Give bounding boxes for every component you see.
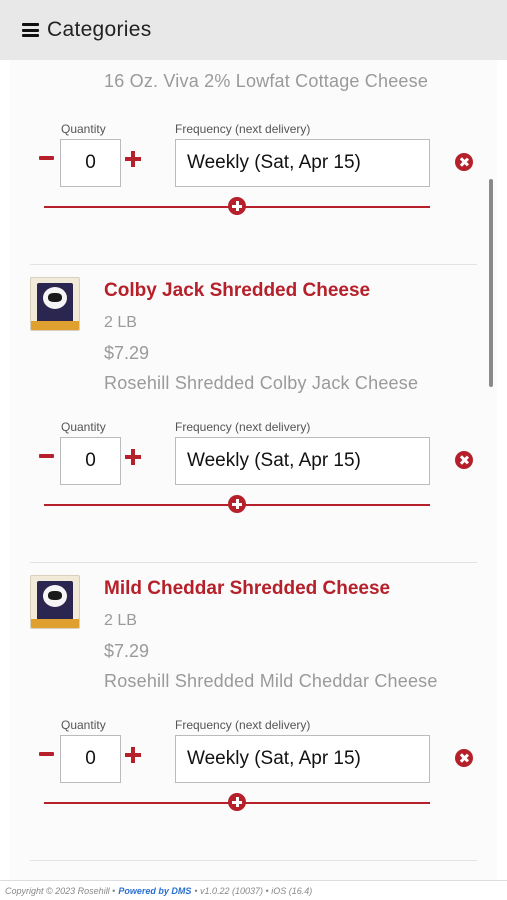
order-row: Quantity Frequency (next delivery) 0 Wee…: [10, 122, 497, 232]
quantity-label: Quantity: [61, 420, 106, 434]
quantity-label: Quantity: [61, 122, 106, 136]
separator: [30, 562, 477, 563]
increase-quantity-button[interactable]: [124, 150, 142, 168]
product-image: [30, 277, 80, 331]
order-row: Quantity Frequency (next delivery) 0 Wee…: [10, 718, 497, 828]
scrollbar[interactable]: [489, 179, 493, 387]
increase-quantity-button[interactable]: [124, 746, 142, 764]
frequency-select[interactable]: Weekly (Sat, Apr 15): [175, 735, 430, 783]
decrease-quantity-button[interactable]: [37, 745, 55, 763]
order-row: Quantity Frequency (next delivery) 0 Wee…: [10, 420, 497, 530]
version-text: • v1.0.22 (10037) • iOS (16.4): [194, 885, 313, 896]
remove-circle-icon[interactable]: [455, 749, 473, 767]
add-delivery-circle-icon[interactable]: [228, 495, 246, 513]
product-list[interactable]: 16 Oz. Viva 2% Lowfat Cottage Cheese Qua…: [10, 60, 497, 880]
product-size: 2 LB: [104, 314, 137, 331]
product-name[interactable]: Mild Cheddar Shredded Cheese: [104, 578, 390, 600]
remove-circle-icon[interactable]: [455, 451, 473, 469]
separator: [30, 264, 477, 265]
product-description: Rosehill Shredded Colby Jack Cheese: [104, 373, 419, 393]
page-title: Categories: [47, 18, 152, 41]
frequency-select[interactable]: Weekly (Sat, Apr 15): [175, 139, 430, 187]
quantity-input[interactable]: 0: [60, 139, 121, 187]
frequency-label: Frequency (next delivery): [175, 420, 311, 434]
frequency-label: Frequency (next delivery): [175, 122, 311, 136]
top-bar: Categories: [0, 0, 507, 60]
product-price: $7.29: [104, 343, 150, 363]
hamburger-menu-icon[interactable]: [22, 23, 39, 37]
footer: Copyright © 2023 Rosehill • Powered by D…: [0, 880, 507, 900]
remove-circle-icon[interactable]: [455, 153, 473, 171]
frequency-select[interactable]: Weekly (Sat, Apr 15): [175, 437, 430, 485]
product-image: [30, 575, 80, 629]
increase-quantity-button[interactable]: [124, 448, 142, 466]
decrease-quantity-button[interactable]: [37, 447, 55, 465]
decrease-quantity-button[interactable]: [37, 149, 55, 167]
copyright-text: Copyright © 2023 Rosehill •: [5, 885, 116, 896]
quantity-label: Quantity: [61, 718, 106, 732]
quantity-input[interactable]: 0: [60, 735, 121, 783]
quantity-input[interactable]: 0: [60, 437, 121, 485]
product-price: $7.29: [104, 641, 150, 661]
product-size: 2 LB: [104, 612, 137, 629]
powered-by-link[interactable]: Powered by DMS: [118, 886, 191, 896]
frequency-label: Frequency (next delivery): [175, 718, 311, 732]
add-delivery-circle-icon[interactable]: [228, 197, 246, 215]
product-description: 16 Oz. Viva 2% Lowfat Cottage Cheese: [104, 71, 429, 91]
product-name[interactable]: Colby Jack Shredded Cheese: [104, 280, 370, 302]
product-description: Rosehill Shredded Mild Cheddar Cheese: [104, 671, 438, 691]
separator: [30, 860, 477, 861]
add-delivery-circle-icon[interactable]: [228, 793, 246, 811]
